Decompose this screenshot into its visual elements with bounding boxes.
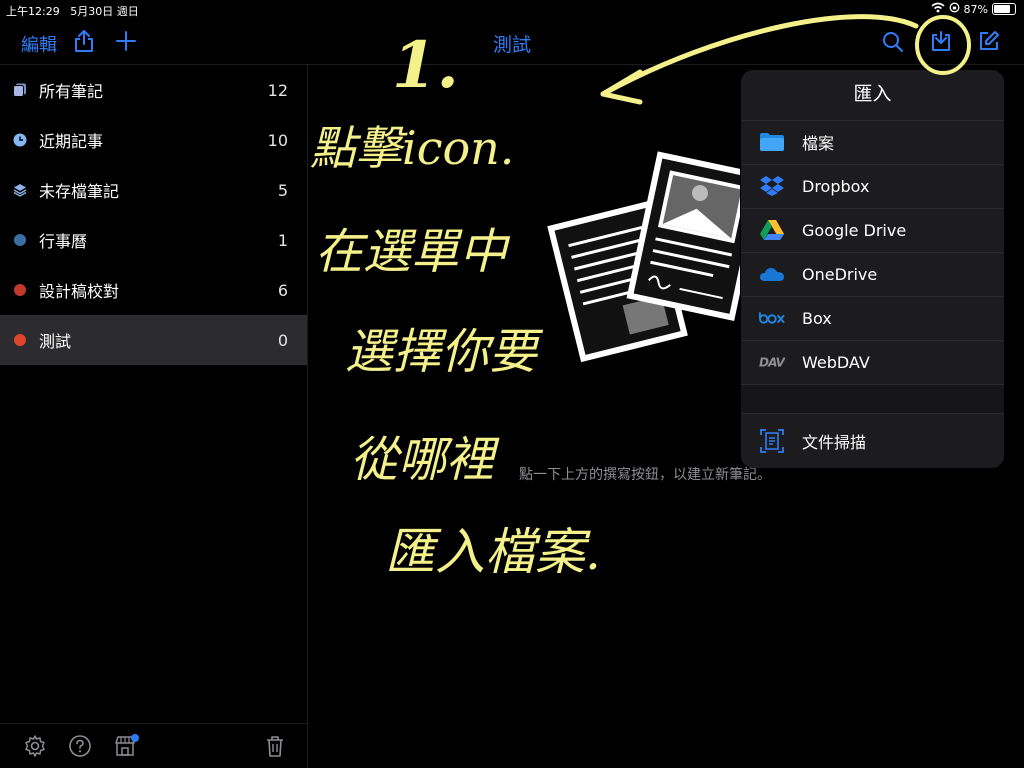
wifi-icon <box>931 2 945 16</box>
dropbox-icon <box>759 174 785 198</box>
status-time: 上午12:29 <box>6 5 60 18</box>
search-button[interactable] <box>878 27 908 57</box>
google-drive-icon <box>759 218 785 242</box>
popover-item-label: Dropbox <box>802 176 870 196</box>
status-bar: 上午12:29 5月30日 週日 87% <box>0 0 1024 20</box>
import-box-item[interactable]: Box <box>741 296 1004 340</box>
status-date: 5月30日 週日 <box>70 5 139 18</box>
annotation-line: 點擊icon. <box>310 121 515 175</box>
import-button[interactable] <box>926 26 956 56</box>
battery-percent: 87% <box>963 2 988 16</box>
page-title: 測試 <box>492 34 531 56</box>
popover-item-label: 文件掃描 <box>802 433 867 452</box>
box-icon <box>759 306 785 330</box>
help-button[interactable] <box>64 730 96 762</box>
sidebar: 所有筆記 12 近期記事 10 未存檔筆記 5 行事曆 1 設計稿校對 6 測試… <box>0 65 308 768</box>
battery-icon <box>992 3 1016 15</box>
annotation-line: 從哪裡 <box>350 432 495 488</box>
sidebar-item-all-notes[interactable]: 所有筆記 12 <box>0 65 307 115</box>
sidebar-item-recent[interactable]: 近期記事 10 <box>0 115 307 165</box>
document-scan-item[interactable]: 文件掃描 <box>741 419 1004 463</box>
import-popover: 匯入 檔案 Dropbox Google Drive OneDrive Box <box>741 70 1004 468</box>
popover-title: 匯入 <box>853 83 892 105</box>
sidebar-item-proofreading[interactable]: 設計稿校對 6 <box>0 265 307 315</box>
gear-icon <box>25 735 45 757</box>
sidebar-item-label: 設計稿校對 <box>39 282 120 301</box>
onedrive-icon <box>759 262 785 286</box>
sidebar-item-label: 行事曆 <box>39 232 88 251</box>
compose-button[interactable] <box>974 26 1004 56</box>
sidebar-item-count: 12 <box>267 80 288 100</box>
import-dropbox-item[interactable]: Dropbox <box>741 164 1004 208</box>
notebook-color-dot <box>13 233 27 247</box>
sidebar-toolbar-divider <box>0 723 307 724</box>
import-google-drive-item[interactable]: Google Drive <box>741 208 1004 252</box>
popover-item-label: WebDAV <box>802 352 870 372</box>
popover-item-label: OneDrive <box>802 264 878 284</box>
import-onedrive-item[interactable]: OneDrive <box>741 252 1004 296</box>
popover-item-label: 檔案 <box>802 134 835 153</box>
settings-button[interactable] <box>19 730 51 762</box>
import-icon <box>932 31 950 51</box>
folder-icon <box>759 130 785 154</box>
sidebar-item-count: 1 <box>277 230 288 250</box>
empty-notes-illustration <box>547 151 740 363</box>
sidebar-item-unfiled[interactable]: 未存檔筆記 5 <box>0 165 307 215</box>
sidebar-item-count: 5 <box>277 180 288 200</box>
webdav-icon: DAV <box>759 350 785 374</box>
notebook-color-dot <box>13 283 27 297</box>
popover-item-label: Google Drive <box>802 220 907 240</box>
layers-icon <box>13 183 27 197</box>
search-icon <box>883 32 903 52</box>
sidebar-item-test[interactable]: 測試 0 <box>0 315 307 365</box>
import-webdav-item[interactable]: DAV WebDAV <box>741 340 1004 384</box>
import-files-item[interactable]: 檔案 <box>741 120 1004 164</box>
clock-icon <box>13 133 27 147</box>
annotation-line: 在選單中 <box>315 224 508 280</box>
sidebar-item-count: 6 <box>277 280 288 300</box>
popover-divider <box>741 413 1004 414</box>
annotation-line: 選擇你要 <box>345 324 538 380</box>
notes-stack-icon <box>13 83 27 97</box>
notebook-color-dot <box>13 333 27 347</box>
store-button[interactable] <box>110 730 142 762</box>
sidebar-item-label: 近期記事 <box>39 132 104 151</box>
status-time-date: 上午12:29 5月30日 週日 <box>6 3 139 19</box>
compose-icon <box>980 31 999 50</box>
annotation-arrowhead <box>600 69 643 105</box>
sidebar-item-label: 所有筆記 <box>39 82 104 101</box>
trash-icon <box>267 736 283 757</box>
rotation-lock-icon <box>949 2 960 16</box>
annotation-line: 匯入檔案. <box>385 523 601 581</box>
battery-level-fill <box>994 5 1010 13</box>
sidebar-item-label: 未存檔筆記 <box>39 182 120 201</box>
popover-item-label: Box <box>802 308 832 328</box>
sidebar-item-count: 0 <box>277 330 288 350</box>
trash-button[interactable] <box>259 730 291 762</box>
document-scan-icon <box>759 429 785 453</box>
sidebar-item-count: 10 <box>267 130 288 150</box>
sidebar-item-calendar[interactable]: 行事曆 1 <box>0 215 307 265</box>
sidebar-item-label: 測試 <box>39 332 72 351</box>
annotation-step: 1. <box>392 28 459 103</box>
popover-section-gap <box>741 385 1004 413</box>
navigation-bar: 編輯 測試 <box>0 20 1024 64</box>
svg-text:DAV: DAV <box>759 356 785 370</box>
empty-state-hint: 點一下上方的撰寫按鈕，以建立新筆記。 <box>519 467 771 483</box>
status-indicators: 87% <box>931 2 1016 16</box>
help-icon <box>69 735 91 757</box>
store-icon <box>115 734 139 756</box>
